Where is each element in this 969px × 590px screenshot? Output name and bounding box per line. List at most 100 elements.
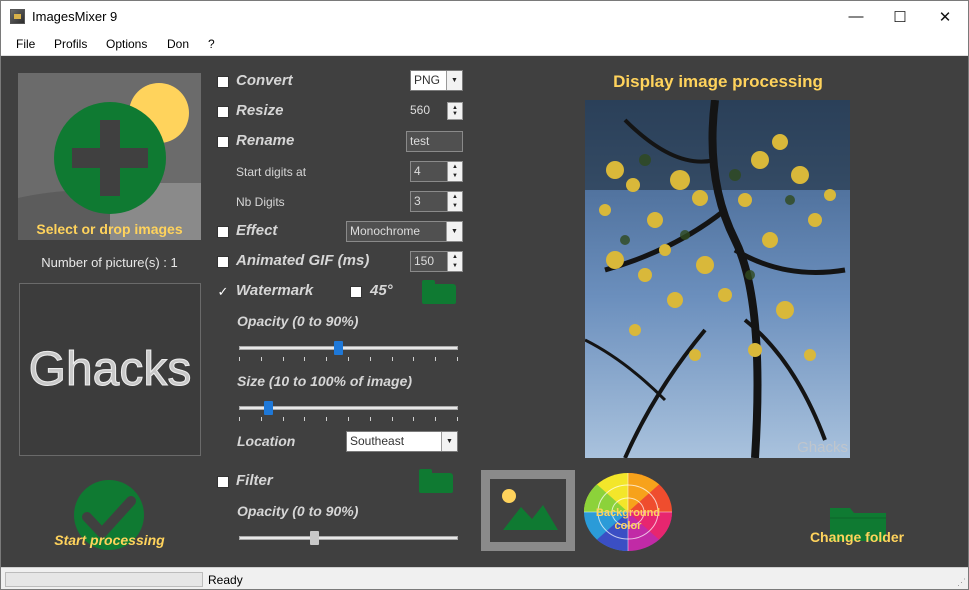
folder-icon[interactable] xyxy=(422,280,456,304)
change-folder-label[interactable]: Change folder xyxy=(791,529,923,545)
size-label: Size (10 to 100% of image) xyxy=(237,373,413,389)
slider-ticks xyxy=(239,417,458,421)
watermark-label: Watermark xyxy=(236,282,314,299)
slider-track xyxy=(239,346,458,350)
opacity-label: Opacity (0 to 90%) xyxy=(237,313,359,329)
menu-profils[interactable]: Profils xyxy=(54,37,87,51)
title-bar: ImagesMixer 9 — ☐ ✕ xyxy=(1,1,968,32)
size-slider[interactable] xyxy=(239,399,458,424)
nb-digits-input[interactable]: 3 xyxy=(410,191,463,212)
resize-value[interactable]: 560 xyxy=(410,103,430,117)
angle-45-checkbox[interactable] xyxy=(350,286,362,298)
status-text: Ready xyxy=(208,573,243,587)
minimize-button[interactable]: — xyxy=(833,1,879,32)
slider-tick xyxy=(392,417,393,421)
start-processing-label[interactable]: Start processing xyxy=(18,532,201,548)
slider-tick xyxy=(326,417,327,421)
slider-tick xyxy=(457,357,458,361)
picture-count: Number of picture(s) : 1 xyxy=(41,255,178,270)
chevron-down-icon: ▼ xyxy=(446,71,462,90)
slider-tick xyxy=(283,417,284,421)
location-select[interactable]: Southeast ▼ xyxy=(346,431,458,452)
convert-format-select[interactable]: PNG ▼ xyxy=(410,70,463,91)
convert-checkbox[interactable] xyxy=(217,76,229,88)
slider-ticks xyxy=(239,357,458,361)
resize-label: Resize xyxy=(236,102,284,119)
chevron-down-icon: ▼ xyxy=(446,222,462,241)
slider-tick xyxy=(304,417,305,421)
maximize-button[interactable]: ☐ xyxy=(877,1,923,32)
filter-folder-icon[interactable] xyxy=(419,469,453,493)
slider-tick xyxy=(239,417,240,421)
slider-tick xyxy=(326,357,327,361)
opacity-slider[interactable] xyxy=(239,339,458,364)
menu-bar: File Profils Options Don ? xyxy=(1,32,968,56)
chevron-down-icon: ▼ xyxy=(441,432,457,451)
menu-don[interactable]: Don xyxy=(167,37,189,51)
select-images-label[interactable]: Select or drop images xyxy=(18,221,201,237)
spin-arrows-icon xyxy=(447,252,462,271)
slider-tick xyxy=(413,357,414,361)
app-icon xyxy=(10,9,25,24)
angle-45-label: 45° xyxy=(370,282,393,299)
preview-watermark-text: Ghacks xyxy=(797,439,848,456)
spin-arrows-icon xyxy=(447,192,462,211)
animated-gif-value: 150 xyxy=(414,254,435,268)
rename-label: Rename xyxy=(236,132,295,149)
start-digits-value: 4 xyxy=(414,164,421,178)
slider-tick xyxy=(457,417,458,421)
slider-tick xyxy=(261,417,262,421)
rename-input[interactable]: test xyxy=(406,131,463,152)
window-title: ImagesMixer 9 xyxy=(32,9,118,24)
slider-tick xyxy=(370,357,371,361)
background-color-label: Background color xyxy=(583,507,673,533)
nb-digits-label: Nb Digits xyxy=(236,195,285,209)
effect-checkbox[interactable] xyxy=(217,226,229,238)
resize-checkbox[interactable] xyxy=(217,106,229,118)
filter-opacity-slider[interactable] xyxy=(239,529,458,554)
image-drop-zone[interactable] xyxy=(18,73,201,240)
progress-bar xyxy=(5,572,203,587)
slider-tick xyxy=(283,357,284,361)
slider-tick xyxy=(413,417,414,421)
filter-checkbox[interactable] xyxy=(217,476,229,488)
slider-tick xyxy=(348,417,349,421)
slider-tick xyxy=(370,417,371,421)
menu-options[interactable]: Options xyxy=(106,37,147,51)
status-bar: Ready ⋰ xyxy=(1,567,968,589)
display-title: Display image processing xyxy=(613,72,823,91)
convert-label: Convert xyxy=(236,72,293,89)
watermark-preview[interactable]: Ghacks xyxy=(19,283,201,456)
start-digits-input[interactable]: 4 xyxy=(410,161,463,182)
spin-arrows-icon xyxy=(448,103,462,119)
start-digits-label: Start digits at xyxy=(236,165,307,179)
watermark-checkbox[interactable]: ✓ xyxy=(217,285,229,298)
slider-thumb[interactable] xyxy=(310,531,319,545)
rename-checkbox[interactable] xyxy=(217,136,229,148)
animated-gif-input[interactable]: 150 xyxy=(410,251,463,272)
background-color-button[interactable]: Background color xyxy=(583,472,673,552)
image-icon xyxy=(502,489,558,530)
close-button[interactable]: ✕ xyxy=(922,1,968,32)
resize-spinner[interactable] xyxy=(447,102,463,120)
slider-track xyxy=(239,536,458,540)
drop-zone-graphic xyxy=(18,73,201,240)
effect-select[interactable]: Monochrome ▼ xyxy=(346,221,463,242)
watermark-preview-text: Ghacks xyxy=(28,343,192,397)
menu-file[interactable]: File xyxy=(16,37,35,51)
processed-image-preview[interactable]: Ghacks xyxy=(585,100,850,458)
animated-gif-checkbox[interactable] xyxy=(217,256,229,268)
app-window: ImagesMixer 9 — ☐ ✕ File Profils Options… xyxy=(0,0,969,590)
menu-help[interactable]: ? xyxy=(208,37,215,51)
location-label: Location xyxy=(237,433,296,449)
slider-tick xyxy=(435,357,436,361)
slider-tick xyxy=(304,357,305,361)
slider-thumb[interactable] xyxy=(334,341,343,355)
effect-label: Effect xyxy=(236,222,278,239)
spin-arrows-icon xyxy=(447,162,462,181)
slider-thumb[interactable] xyxy=(264,401,273,415)
background-color-label-line2: color xyxy=(614,520,642,532)
slider-tick xyxy=(392,357,393,361)
resize-grip-icon[interactable]: ⋰ xyxy=(957,577,966,588)
background-image-button[interactable] xyxy=(481,470,575,551)
